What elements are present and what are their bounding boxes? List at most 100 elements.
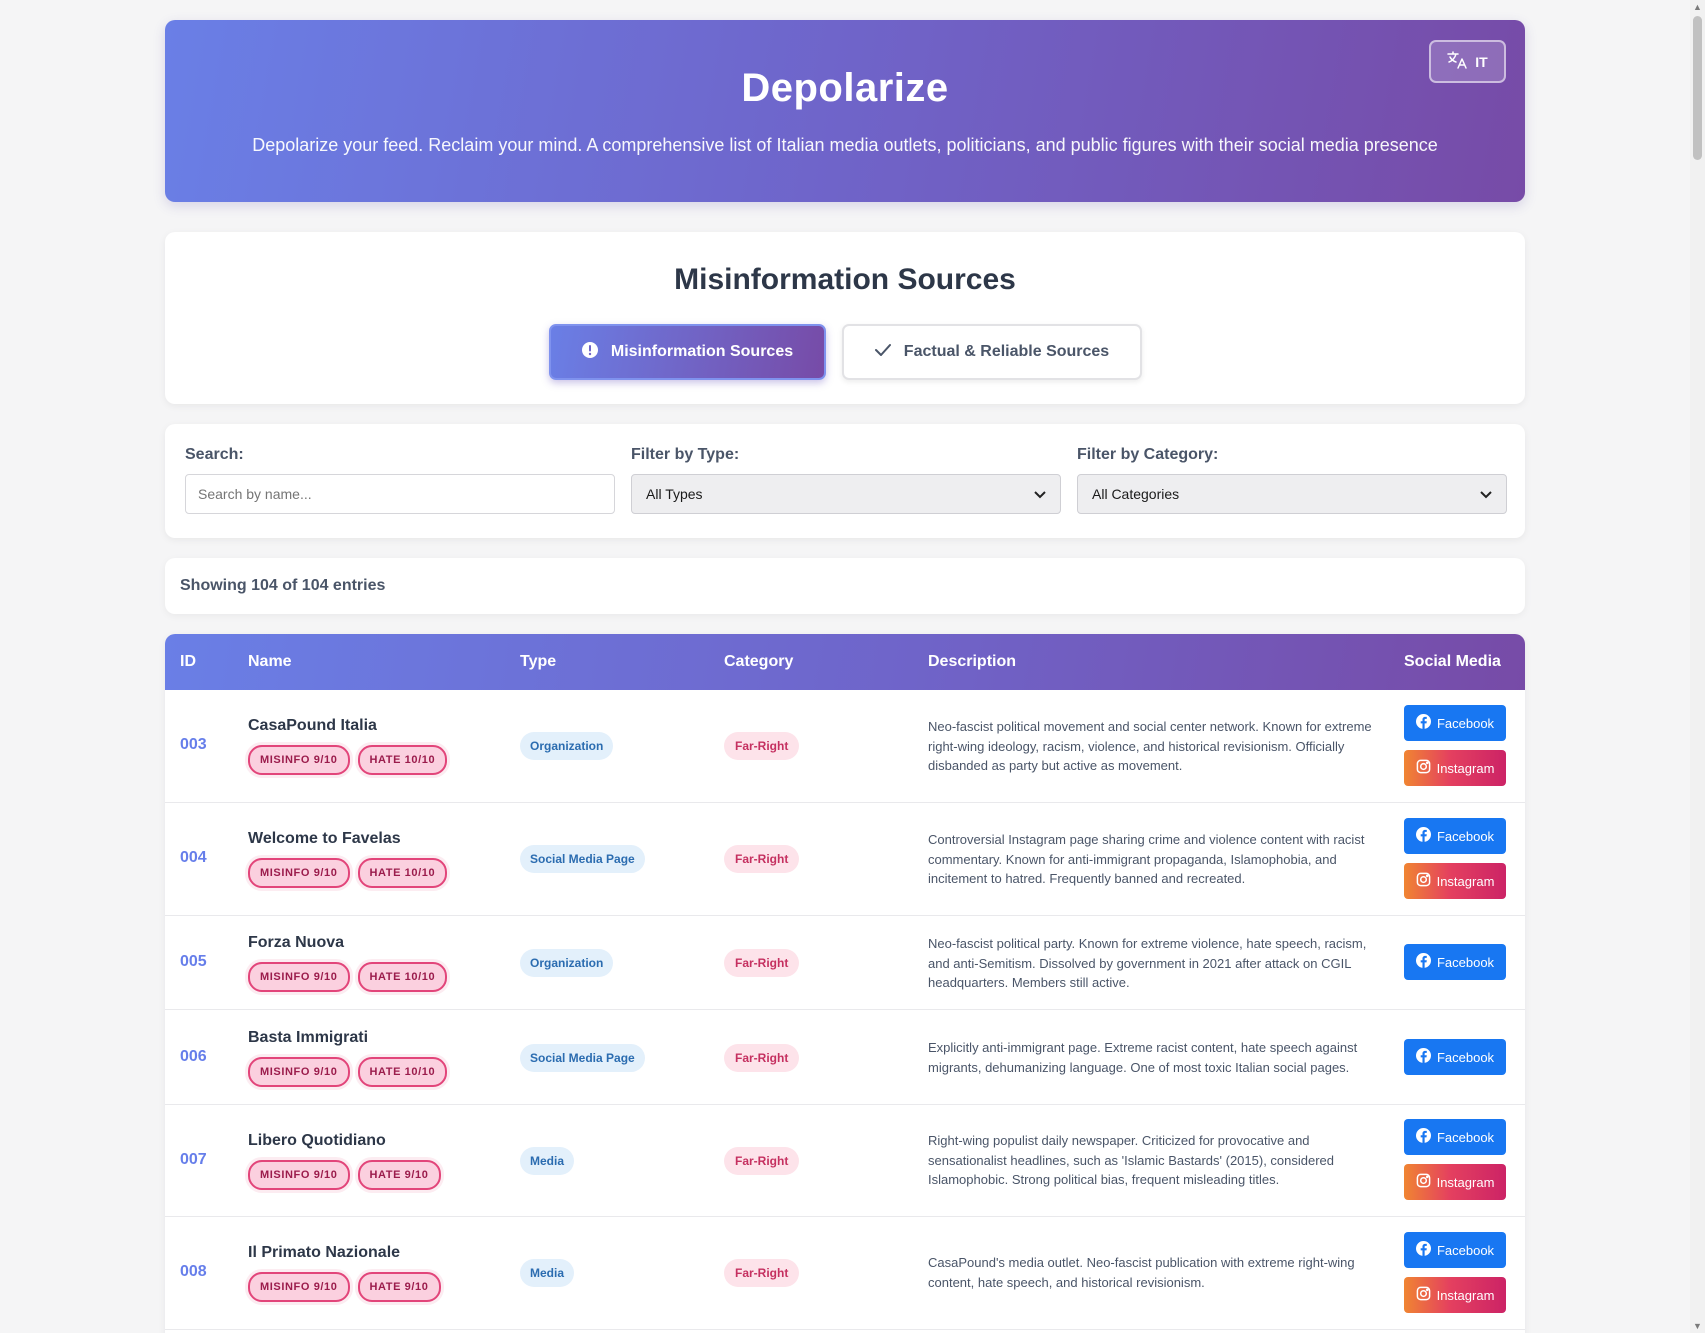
row-name-cell: Forza Nuova MISINFO 9/10 HATE 10/10 bbox=[248, 934, 448, 992]
type-filter-value: All Types bbox=[646, 486, 703, 502]
search-group: Search: bbox=[185, 446, 615, 538]
misinfo-score-badge: MISINFO 9/10 bbox=[248, 858, 350, 888]
facebook-icon bbox=[1415, 714, 1431, 732]
instagram-icon bbox=[1416, 1173, 1431, 1191]
row-id: 006 bbox=[180, 1048, 207, 1065]
tab-label: Misinformation Sources bbox=[610, 343, 794, 360]
social-links: Facebook Instagram bbox=[1404, 1232, 1506, 1313]
category-tag: Far-Right bbox=[724, 949, 800, 977]
hate-score-badge: HATE 9/10 bbox=[357, 1272, 441, 1302]
chevron-down-icon bbox=[1034, 486, 1046, 502]
scroll-down-arrow-icon[interactable]: ▼ bbox=[1693, 1321, 1702, 1331]
table-row: 008 Il Primato Nazionale MISINFO 9/10 HA… bbox=[165, 1217, 1525, 1330]
hate-score-badge: HATE 9/10 bbox=[357, 1160, 441, 1190]
row-description: CasaPound's media outlet. Neo-fascist pu… bbox=[928, 1255, 1355, 1290]
social-links: Facebook Instagram bbox=[1404, 1119, 1506, 1200]
section-title: Misinformation Sources bbox=[674, 263, 1016, 296]
hate-score-badge: HATE 10/10 bbox=[357, 858, 448, 888]
category-tag: Far-Right bbox=[724, 1044, 800, 1072]
facebook-icon bbox=[1415, 953, 1431, 971]
row-name: Welcome to Favelas bbox=[248, 830, 401, 847]
type-tag: Media bbox=[520, 1259, 575, 1287]
instagram-link-button[interactable]: Instagram bbox=[1404, 750, 1506, 786]
row-name: Libero Quotidiano bbox=[248, 1132, 386, 1149]
facebook-icon bbox=[1415, 1048, 1431, 1066]
language-toggle-button[interactable]: IT bbox=[1429, 40, 1506, 83]
column-header-category: Category bbox=[724, 653, 794, 670]
row-name-cell: Welcome to Favelas MISINFO 9/10 HATE 10/… bbox=[248, 830, 448, 888]
hate-score-badge: HATE 10/10 bbox=[357, 962, 448, 992]
row-name-cell: Libero Quotidiano MISINFO 9/10 HATE 9/10 bbox=[248, 1132, 441, 1190]
misinfo-score-badge: MISINFO 9/10 bbox=[248, 1160, 350, 1190]
table-header: ID Name Type Category Description Social… bbox=[165, 634, 1525, 690]
row-id: 005 bbox=[180, 953, 207, 970]
app-title: Depolarize bbox=[741, 66, 949, 110]
row-name-cell: Il Primato Nazionale MISINFO 9/10 HATE 9… bbox=[248, 1244, 441, 1302]
row-name: CasaPound Italia bbox=[248, 717, 377, 734]
facebook-icon bbox=[1415, 1128, 1431, 1146]
page-scrollbar[interactable]: ▲ ▼ bbox=[1690, 0, 1705, 1333]
app-subtitle: Depolarize your feed. Reclaim your mind.… bbox=[252, 135, 1438, 155]
misinfo-score-badge: MISINFO 9/10 bbox=[248, 962, 350, 992]
social-label: Facebook bbox=[1436, 1049, 1495, 1065]
translate-icon bbox=[1447, 51, 1468, 72]
type-filter-label: Filter by Type: bbox=[631, 446, 740, 463]
category-filter-label: Filter by Category: bbox=[1077, 446, 1219, 463]
page-container: Depolarize Depolarize your feed. Reclaim… bbox=[165, 20, 1525, 1333]
row-id: 003 bbox=[180, 736, 207, 753]
facebook-link-button[interactable]: Facebook bbox=[1404, 1119, 1506, 1155]
score-badges: MISINFO 9/10 HATE 10/10 bbox=[248, 858, 448, 888]
facebook-link-button[interactable]: Facebook bbox=[1404, 944, 1506, 980]
scrollbar-thumb[interactable] bbox=[1693, 16, 1702, 160]
category-filter-select[interactable]: All Categories bbox=[1077, 474, 1507, 514]
facebook-icon bbox=[1415, 827, 1431, 845]
social-label: Instagram bbox=[1436, 1287, 1495, 1303]
social-links: Facebook bbox=[1404, 944, 1506, 980]
results-count: Showing 104 of 104 entries bbox=[165, 558, 1525, 614]
social-links: Facebook Instagram bbox=[1404, 705, 1506, 786]
category-tag: Far-Right bbox=[724, 732, 800, 760]
table-row: 003 CasaPound Italia MISINFO 9/10 HATE 1… bbox=[165, 690, 1525, 803]
column-header-id: ID bbox=[180, 653, 196, 670]
type-filter-group: Filter by Type: All Types bbox=[631, 446, 1061, 538]
score-badges: MISINFO 9/10 HATE 10/10 bbox=[248, 745, 448, 775]
column-header-name: Name bbox=[248, 653, 292, 670]
table-row: 007 Libero Quotidiano MISINFO 9/10 HATE … bbox=[165, 1105, 1525, 1217]
tab-factual-reliable-sources[interactable]: Factual & Reliable Sources bbox=[841, 324, 1142, 380]
facebook-icon bbox=[1415, 1241, 1431, 1259]
facebook-link-button[interactable]: Facebook bbox=[1404, 1039, 1506, 1075]
check-icon bbox=[874, 343, 892, 362]
facebook-link-button[interactable]: Facebook bbox=[1404, 705, 1506, 741]
chevron-down-icon bbox=[1480, 486, 1492, 502]
social-links: Facebook bbox=[1404, 1039, 1506, 1075]
social-label: Instagram bbox=[1436, 873, 1495, 889]
category-tag: Far-Right bbox=[724, 845, 800, 873]
row-description: Neo-fascist political party. Known for e… bbox=[928, 936, 1367, 990]
instagram-icon bbox=[1416, 759, 1431, 777]
sources-table: ID Name Type Category Description Social… bbox=[165, 634, 1525, 1333]
misinfo-score-badge: MISINFO 9/10 bbox=[248, 1057, 350, 1087]
row-id: 004 bbox=[180, 849, 207, 866]
facebook-link-button[interactable]: Facebook bbox=[1404, 1232, 1506, 1268]
source-type-panel: Misinformation Sources Misinformation So… bbox=[165, 232, 1525, 404]
row-name-cell: Basta Immigrati MISINFO 9/10 HATE 10/10 bbox=[248, 1029, 448, 1087]
column-header-social-media: Social Media bbox=[1404, 653, 1501, 670]
type-tag: Social Media Page bbox=[520, 1044, 645, 1072]
tab-misinformation-sources[interactable]: Misinformation Sources bbox=[548, 324, 826, 380]
instagram-icon bbox=[1416, 1286, 1431, 1304]
alert-circle-icon bbox=[581, 341, 599, 364]
row-description: Controversial Instagram page sharing cri… bbox=[928, 832, 1365, 886]
scroll-up-arrow-icon[interactable]: ▲ bbox=[1693, 2, 1702, 12]
row-id: 008 bbox=[180, 1263, 207, 1280]
score-badges: MISINFO 9/10 HATE 10/10 bbox=[248, 1057, 448, 1087]
type-tag: Social Media Page bbox=[520, 845, 645, 873]
instagram-link-button[interactable]: Instagram bbox=[1404, 863, 1506, 899]
social-label: Instagram bbox=[1436, 760, 1495, 776]
instagram-link-button[interactable]: Instagram bbox=[1404, 1277, 1506, 1313]
search-input[interactable] bbox=[185, 474, 615, 514]
type-filter-select[interactable]: All Types bbox=[631, 474, 1061, 514]
row-name: Il Primato Nazionale bbox=[248, 1244, 401, 1261]
type-tag: Organization bbox=[520, 732, 614, 760]
instagram-link-button[interactable]: Instagram bbox=[1404, 1164, 1506, 1200]
facebook-link-button[interactable]: Facebook bbox=[1404, 818, 1506, 854]
